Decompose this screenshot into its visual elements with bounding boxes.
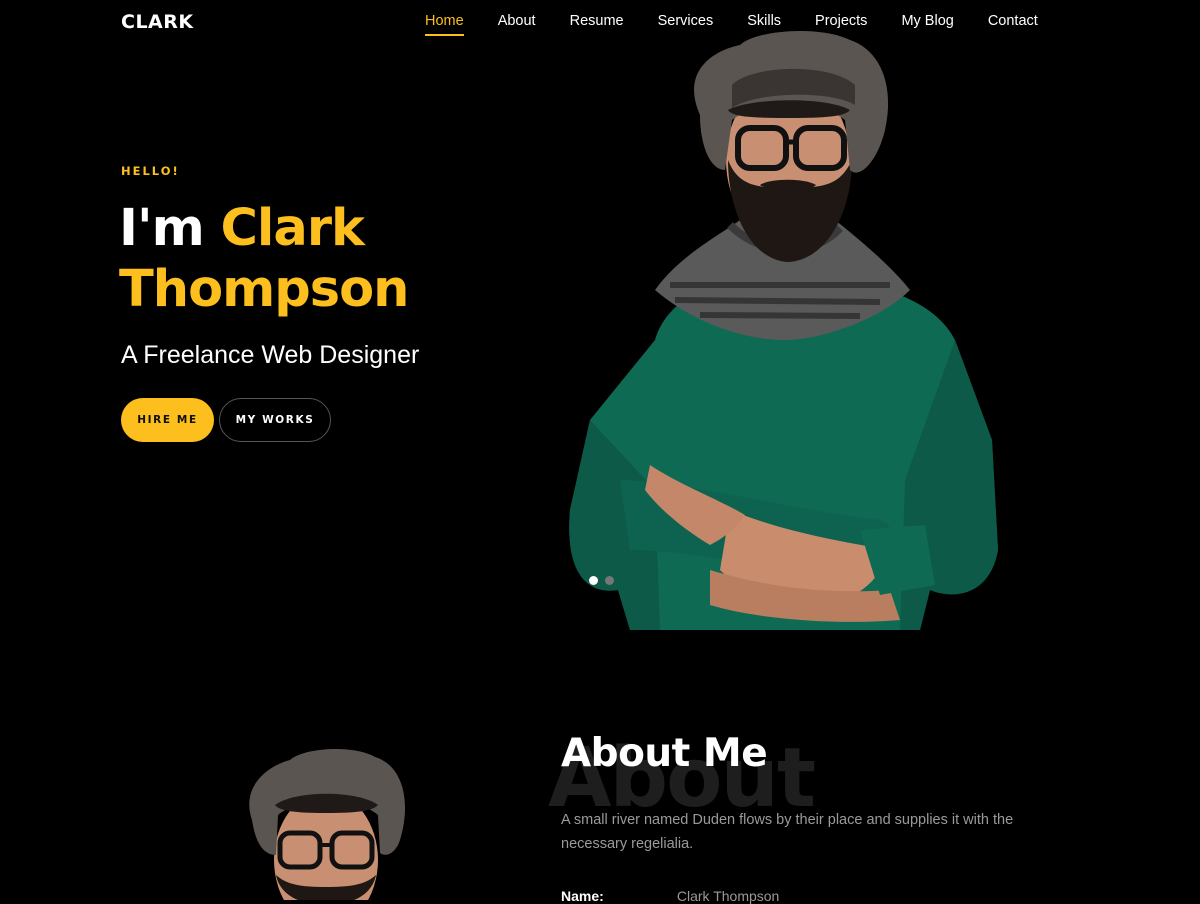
about-info-row: Name: Clark Thompson [561,888,779,904]
hero-slider-dots [589,576,614,585]
hero-title-prefix: I'm [119,199,205,258]
slider-dot-1[interactable] [589,576,598,585]
hire-me-button[interactable]: HIRE ME [121,398,214,442]
nav-about[interactable]: About [498,13,536,29]
info-value-name: Clark Thompson [676,888,780,904]
about-portrait-image [249,749,406,900]
brand-logo[interactable]: CLARK [121,11,194,33]
hero-title-first-name: Clark [220,199,365,258]
hero-portrait-image [569,30,998,630]
hero-greeting: HELLO! [121,164,180,178]
about-description: A small river named Duden flows by their… [561,812,1014,852]
about-title: About Me [561,731,768,776]
my-works-button[interactable]: MY WORKS [219,398,331,442]
info-label-name: Name: [561,888,604,904]
nav-home[interactable]: Home [425,13,464,36]
hero-title-last-name: Thompson [119,260,409,319]
hero-subtitle: A Freelance Web Designer [121,341,420,369]
hero-title: I'm Clark Thompson [119,198,409,320]
slider-dot-2[interactable] [605,576,614,585]
